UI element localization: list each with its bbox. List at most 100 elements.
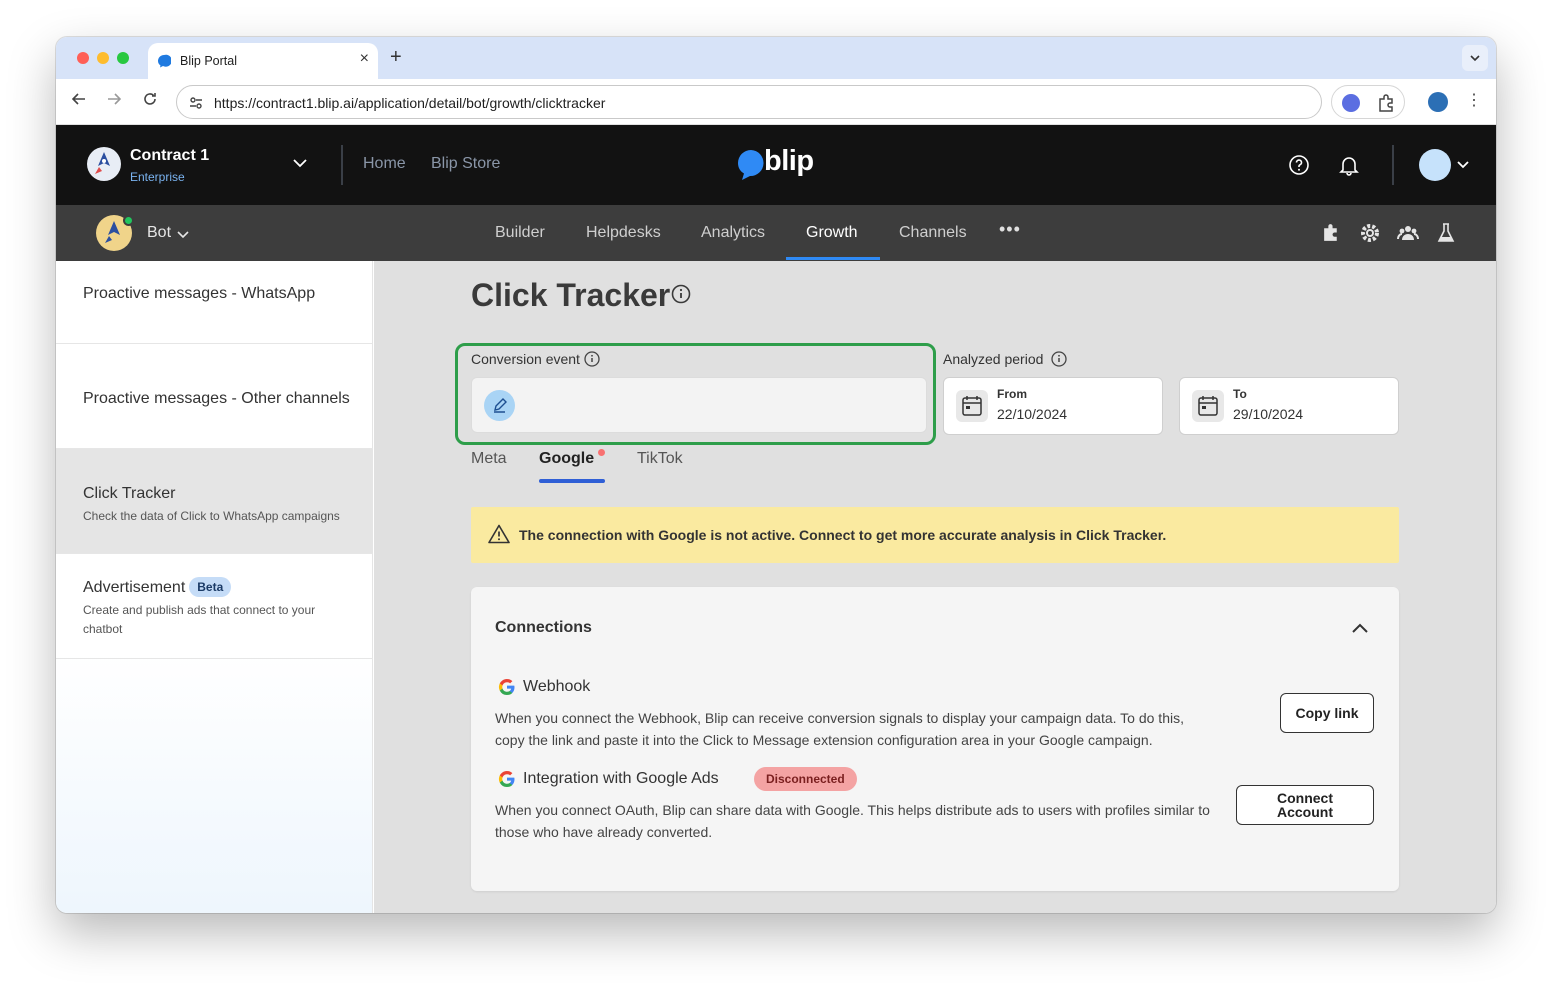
- site-info-icon[interactable]: [188, 95, 204, 111]
- info-icon[interactable]: [1051, 351, 1067, 367]
- tab-meta[interactable]: Meta: [471, 450, 507, 468]
- sidebar-item-proactive-other[interactable]: Proactive messages - Other channels: [56, 344, 373, 449]
- info-icon[interactable]: [671, 284, 691, 304]
- warning-icon: [488, 524, 510, 544]
- puzzle-icon[interactable]: [1376, 93, 1396, 113]
- browser-toolbar: https://contract1.blip.ai/application/de…: [56, 79, 1496, 125]
- arrow-left-icon: [71, 93, 85, 105]
- header-divider: [341, 145, 343, 185]
- arrow-right-icon: [108, 93, 122, 105]
- maximize-window-button[interactable]: [117, 52, 129, 64]
- calendar-icon: [956, 390, 988, 422]
- bot-navigation: Bot Builder Helpdesks Analytics Growth C…: [56, 205, 1496, 261]
- chevron-down-icon[interactable]: [1456, 158, 1470, 172]
- tab-tiktok[interactable]: TikTok: [637, 450, 683, 468]
- url-text[interactable]: https://contract1.blip.ai/application/de…: [214, 95, 605, 111]
- notification-dot: [598, 449, 605, 456]
- puzzle-icon[interactable]: [1321, 222, 1342, 243]
- browser-tab[interactable]: Blip Portal ×: [148, 43, 378, 79]
- active-tab-indicator: [786, 257, 880, 260]
- sidebar-item-label: Click Tracker: [83, 485, 176, 502]
- back-button[interactable]: [68, 91, 90, 113]
- google-icon: [498, 678, 515, 696]
- new-tab-button[interactable]: +: [390, 46, 402, 69]
- contract-plan: Enterprise: [130, 170, 185, 184]
- status-badge: Disconnected: [754, 767, 857, 791]
- conversion-event-label: Conversion event: [471, 351, 580, 367]
- google-ads-title: Integration with Google Ads: [523, 770, 719, 787]
- sidebar-item-title-row: Advertisement Beta: [83, 577, 232, 597]
- sidebar-item-label: Advertisement: [83, 579, 186, 596]
- chevron-up-icon[interactable]: [1351, 619, 1369, 637]
- tab-strip: Blip Portal × +: [56, 37, 1496, 79]
- blip-favicon-icon: [158, 54, 171, 68]
- active-tab-indicator: [539, 479, 605, 483]
- minimize-window-button[interactable]: [97, 52, 109, 64]
- flask-icon[interactable]: [1437, 222, 1455, 244]
- connect-account-button[interactable]: Connect Account: [1236, 785, 1374, 825]
- to-value: 29/10/2024: [1233, 406, 1304, 422]
- help-icon[interactable]: [1288, 154, 1310, 176]
- copy-link-button[interactable]: Copy link: [1280, 693, 1374, 733]
- extensions-group: [1331, 85, 1405, 119]
- tab-growth[interactable]: Growth: [806, 224, 858, 242]
- connection-warning-alert: The connection with Google is not active…: [471, 507, 1399, 563]
- browser-profile-avatar[interactable]: [1428, 92, 1448, 112]
- main-content: Click Tracker Conversion event Analyzed …: [374, 261, 1496, 913]
- user-avatar[interactable]: [1419, 149, 1451, 181]
- sidebar-item-label: Proactive messages - WhatsApp: [83, 285, 316, 302]
- tab-search-button[interactable]: [1462, 45, 1488, 71]
- google-ads-description: When you connect OAuth, Blip can share d…: [495, 802, 1210, 840]
- connections-card: Connections Webhook When you connect the…: [471, 587, 1399, 891]
- from-date-picker[interactable]: From 22/10/2024: [943, 377, 1163, 435]
- header-divider: [1392, 145, 1394, 185]
- sidebar-item-description: Check the data of Click to WhatsApp camp…: [83, 509, 340, 523]
- webhook-description: When you connect the Webhook, Blip can r…: [495, 710, 1184, 748]
- team-icon[interactable]: [1397, 222, 1419, 244]
- chevron-down-icon[interactable]: [292, 155, 308, 171]
- tab-analytics[interactable]: Analytics: [701, 224, 765, 242]
- contract-name[interactable]: Contract 1: [130, 147, 209, 165]
- home-link[interactable]: Home: [363, 155, 406, 173]
- sidebar-item-advertisement[interactable]: Advertisement Beta Create and publish ads…: [56, 554, 373, 659]
- from-value: 22/10/2024: [997, 406, 1068, 422]
- blip-store-link[interactable]: Blip Store: [431, 155, 500, 173]
- info-icon[interactable]: [584, 351, 600, 367]
- pencil-icon: [494, 398, 507, 413]
- tab-close-icon[interactable]: ×: [360, 50, 369, 68]
- close-window-button[interactable]: [77, 52, 89, 64]
- to-date-picker[interactable]: To 29/10/2024: [1179, 377, 1399, 435]
- tab-google[interactable]: Google: [539, 450, 594, 468]
- blip-logo-icon: [738, 150, 764, 180]
- to-label: To: [1233, 387, 1247, 401]
- sidebar-item-click-tracker[interactable]: Click Tracker Check the data of Click to…: [56, 449, 373, 554]
- app-header: Contract 1 Enterprise Home Blip Store bl…: [56, 125, 1496, 205]
- bell-icon[interactable]: [1338, 154, 1360, 176]
- gear-icon[interactable]: [1359, 222, 1381, 244]
- sidebar-item-label: Proactive messages - Other channels: [83, 390, 350, 407]
- browser-menu-icon[interactable]: ⋮: [1466, 90, 1482, 110]
- analyzed-period-label: Analyzed period: [943, 351, 1044, 367]
- extension-icon[interactable]: [1342, 94, 1360, 112]
- from-label: From: [997, 387, 1027, 401]
- alert-message: The connection with Google is not active…: [519, 527, 1167, 543]
- contract-avatar[interactable]: [87, 147, 121, 181]
- calendar-icon: [1192, 390, 1224, 422]
- reload-icon: [144, 93, 156, 105]
- tab-channels[interactable]: Channels: [899, 224, 967, 242]
- rocket-icon: [95, 152, 110, 174]
- edit-conversion-button[interactable]: [484, 390, 515, 421]
- reload-button[interactable]: [139, 91, 161, 113]
- bot-selector[interactable]: Bot: [147, 224, 171, 242]
- more-tabs-button[interactable]: •••: [999, 219, 1021, 240]
- tab-builder[interactable]: Builder: [495, 224, 545, 242]
- address-bar[interactable]: https://contract1.blip.ai/application/de…: [176, 85, 1322, 119]
- forward-button[interactable]: [103, 91, 125, 113]
- sidebar-item-description: Create and publish ads that connect to y…: [83, 603, 316, 636]
- tab-title: Blip Portal: [180, 54, 237, 68]
- growth-sidebar: Proactive messages - WhatsApp Proactive …: [56, 261, 373, 913]
- conversion-event-field[interactable]: [471, 377, 927, 433]
- tab-helpdesks[interactable]: Helpdesks: [586, 224, 661, 242]
- sidebar-item-proactive-whatsapp[interactable]: Proactive messages - WhatsApp: [56, 261, 373, 344]
- chevron-down-icon[interactable]: [177, 229, 189, 241]
